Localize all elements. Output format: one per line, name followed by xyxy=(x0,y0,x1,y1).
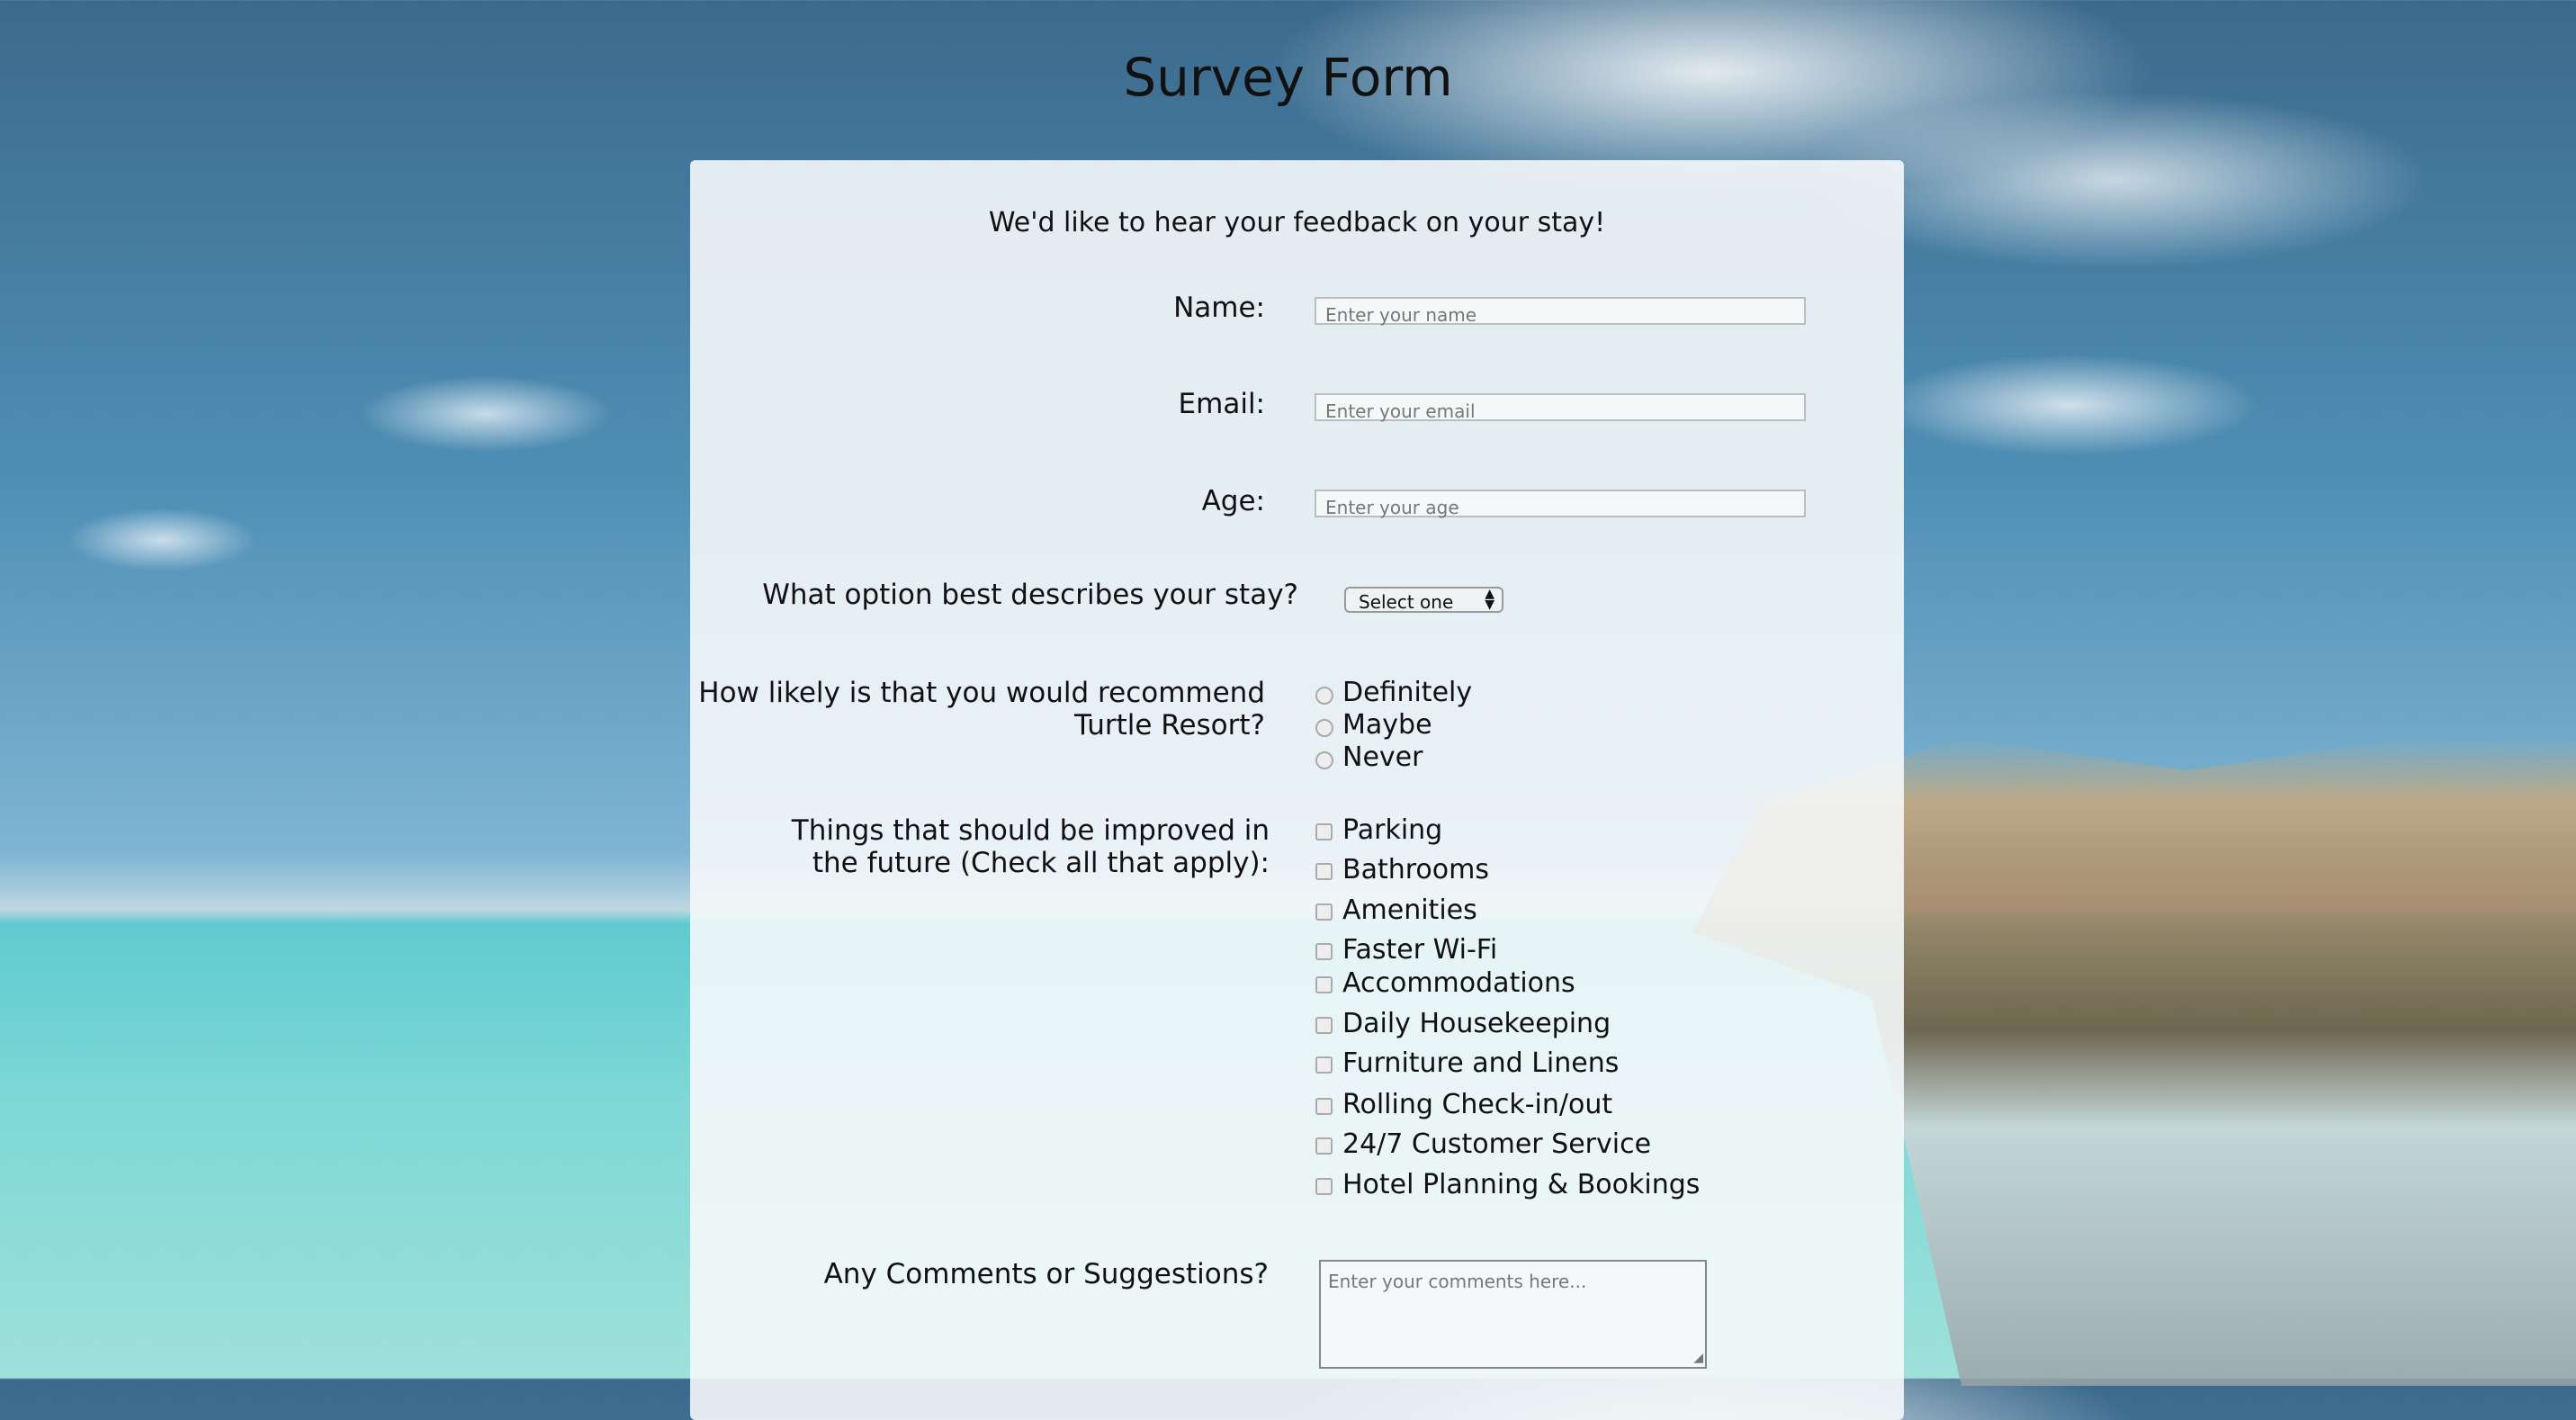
checkbox-label: Faster Wi-Fi xyxy=(1342,934,1498,966)
recommend-label-line2: Turtle Resort? xyxy=(1073,709,1265,741)
stay-select-value: Select one xyxy=(1359,591,1454,613)
checkbox-label: Bathrooms xyxy=(1342,854,1489,885)
improve-label-line1: Things that should be improved in xyxy=(791,814,1270,847)
radio-definitely[interactable] xyxy=(1315,687,1333,705)
comments-textarea[interactable]: Enter your comments here... ◢ xyxy=(1319,1260,1707,1369)
age-label: Age: xyxy=(1201,485,1265,517)
radio-maybe[interactable] xyxy=(1315,719,1333,737)
stay-select[interactable]: Select one ▲ ▼ xyxy=(1344,587,1503,613)
radio-label-maybe: Maybe xyxy=(1342,709,1432,741)
checkbox-label: 24/7 Customer Service xyxy=(1342,1128,1652,1160)
page-title: Survey Form xyxy=(1123,47,1453,108)
radio-label-definitely: Definitely xyxy=(1342,677,1473,708)
radio-label-never: Never xyxy=(1342,741,1423,773)
age-input[interactable]: Enter your age xyxy=(1315,490,1806,518)
checkbox-label: Amenities xyxy=(1342,894,1477,926)
checkbox-2[interactable] xyxy=(1315,903,1333,921)
form-description: We'd like to hear your feedback on your … xyxy=(988,207,1606,238)
checkbox-9[interactable] xyxy=(1315,1178,1333,1195)
checkbox-label: Rolling Check-in/out xyxy=(1342,1089,1613,1120)
resize-handle-icon[interactable]: ◢ xyxy=(1693,1351,1703,1365)
checkbox-4[interactable] xyxy=(1315,976,1333,993)
checkbox-8[interactable] xyxy=(1315,1137,1333,1155)
checkbox-7[interactable] xyxy=(1315,1098,1333,1115)
email-input[interactable]: Enter your email xyxy=(1315,393,1806,422)
comments-placeholder: Enter your comments here... xyxy=(1328,1271,1587,1292)
checkbox-6[interactable] xyxy=(1315,1056,1333,1074)
checkbox-label: Hotel Planning & Bookings xyxy=(1342,1169,1701,1200)
email-label: Email: xyxy=(1178,388,1265,420)
checkbox-5[interactable] xyxy=(1315,1017,1333,1034)
checkbox-label: Furniture and Linens xyxy=(1342,1047,1620,1079)
comments-label: Any Comments or Suggestions? xyxy=(823,1258,1269,1290)
improve-label-line2: the future (Check all that apply): xyxy=(812,847,1270,879)
name-label: Name: xyxy=(1173,292,1265,324)
radio-never[interactable] xyxy=(1315,751,1333,769)
checkbox-1[interactable] xyxy=(1315,863,1333,880)
name-input[interactable]: Enter your name xyxy=(1315,297,1806,326)
checkbox-label: Accommodations xyxy=(1342,967,1575,999)
select-arrows-icon: ▲ ▼ xyxy=(1485,587,1494,612)
recommend-label-line1: How likely is that you would recommend xyxy=(698,677,1265,709)
checkbox-0[interactable] xyxy=(1315,823,1333,840)
checkbox-3[interactable] xyxy=(1315,943,1333,960)
checkbox-label: Daily Housekeeping xyxy=(1342,1008,1611,1039)
survey-form-card xyxy=(690,160,1904,1420)
stay-label: What option best describes your stay? xyxy=(762,579,1298,611)
checkbox-label: Parking xyxy=(1342,814,1443,846)
